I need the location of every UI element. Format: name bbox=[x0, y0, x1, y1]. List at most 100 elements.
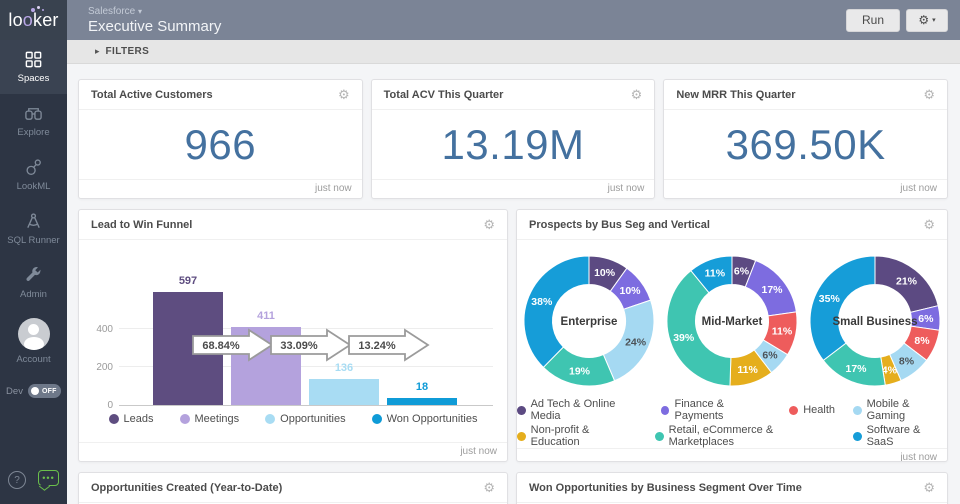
slice-percent-label: 19% bbox=[569, 366, 591, 378]
slice-percent-label: 6% bbox=[762, 350, 778, 362]
looker-logo[interactable]: looker bbox=[0, 0, 67, 40]
gear-icon[interactable]: ⚙ bbox=[631, 89, 643, 102]
slice-percent-label: 8% bbox=[914, 335, 930, 347]
help-icon[interactable]: ? bbox=[8, 471, 26, 489]
gear-icon[interactable]: ⚙ bbox=[923, 219, 935, 232]
slice-percent-label: 11% bbox=[772, 326, 793, 338]
tile-title: Won Opportunities by Business Segment Ov… bbox=[529, 482, 802, 494]
conversion-rate-label: 13.24% bbox=[358, 340, 396, 352]
legend-item-opportunities[interactable]: Opportunities bbox=[265, 413, 345, 425]
legend-item-health[interactable]: Health bbox=[789, 398, 835, 422]
funnel-bar-opportunities[interactable] bbox=[309, 379, 379, 405]
legend-item-mobile-gaming[interactable]: Mobile & Gaming bbox=[853, 398, 947, 422]
sidebar-item-admin[interactable]: Admin bbox=[0, 256, 67, 310]
donut-legend-row-2: Non-profit & Education Retail, eCommerce … bbox=[517, 424, 947, 448]
lookml-molecule-icon bbox=[24, 158, 43, 177]
kpi-tile-total-active-customers: Total Active Customers⚙ 966 just now bbox=[78, 79, 363, 199]
tile-updated: just now bbox=[664, 179, 947, 198]
kpi-row: Total Active Customers⚙ 966 just now Tot… bbox=[78, 79, 948, 199]
filters-bar[interactable]: ▸ FILTERS bbox=[67, 40, 960, 64]
dashboard-content: Total Active Customers⚙ 966 just now Tot… bbox=[67, 65, 960, 504]
legend-label: Opportunities bbox=[280, 413, 345, 425]
legend-dot bbox=[517, 432, 526, 441]
legend-label: Ad Tech & Online Media bbox=[531, 398, 643, 422]
donut-slice-software-saas[interactable] bbox=[524, 256, 589, 367]
slice-percent-label: 11% bbox=[737, 364, 758, 376]
gear-icon[interactable]: ⚙ bbox=[483, 482, 495, 495]
sidebar-item-lookml[interactable]: LookML bbox=[0, 148, 67, 202]
chart-row: Lead to Win Funnel⚙ 02004005974111361868… bbox=[78, 209, 948, 462]
legend-item-meetings[interactable]: Meetings bbox=[180, 413, 240, 425]
tile-title: Prospects by Bus Seg and Vertical bbox=[529, 219, 710, 231]
conversion-arrow: 33.09% bbox=[269, 327, 353, 363]
sidebar-item-label: Spaces bbox=[18, 73, 50, 84]
legend-dot bbox=[517, 406, 526, 415]
donut-chart-mid-market: 6%17%11%6%11%39%11%Mid-Market bbox=[662, 248, 802, 394]
sidebar-item-spaces[interactable]: Spaces bbox=[0, 40, 67, 94]
account-label: Account bbox=[16, 354, 50, 365]
chat-bubble-icon[interactable]: ••• bbox=[38, 470, 59, 486]
bar-value-label: 18 bbox=[387, 381, 457, 393]
slice-percent-label: 24% bbox=[625, 336, 647, 348]
funnel-bar-won-opportunities[interactable] bbox=[387, 398, 457, 405]
gear-icon[interactable]: ⚙ bbox=[338, 89, 350, 102]
kpi-value: 966 bbox=[79, 110, 362, 179]
legend-item-finance-payments[interactable]: Finance & Payments bbox=[661, 398, 771, 422]
donut-slice-retail-ecommerce-marketplaces[interactable] bbox=[667, 271, 731, 386]
gear-icon[interactable]: ⚙ bbox=[923, 482, 935, 495]
donut-slice-software-saas[interactable] bbox=[810, 256, 875, 360]
binoculars-icon bbox=[24, 104, 43, 123]
kpi-value: 369.50K bbox=[664, 110, 947, 179]
top-header: Salesforce ▾ Executive Summary Run ⚙▾ bbox=[67, 0, 960, 40]
dev-label: Dev bbox=[6, 386, 23, 397]
donut-chart-enterprise: 10%10%24%19%38%Enterprise bbox=[519, 248, 659, 394]
tile-title: Total ACV This Quarter bbox=[384, 89, 504, 101]
legend-label: Leads bbox=[124, 413, 154, 425]
header-actions: Run ⚙▾ bbox=[846, 9, 948, 32]
toggle-knob bbox=[31, 387, 39, 395]
tile-updated: just now bbox=[79, 442, 507, 461]
slice-percent-label: 11% bbox=[705, 268, 726, 280]
slice-percent-label: 6% bbox=[918, 313, 934, 325]
gear-icon[interactable]: ⚙ bbox=[923, 89, 935, 102]
donut-legend: Ad Tech & Online Media Finance & Payments… bbox=[517, 398, 947, 448]
legend-label: Non-profit & Education bbox=[531, 424, 637, 448]
logo-bubbles-icon bbox=[31, 6, 45, 12]
dashboard-settings-button[interactable]: ⚙▾ bbox=[906, 9, 948, 32]
sidebar-item-label: SQL Runner bbox=[7, 235, 59, 246]
tile-updated: just now bbox=[517, 448, 947, 462]
donut-center-label: Enterprise bbox=[561, 316, 618, 328]
legend-label: Finance & Payments bbox=[674, 398, 771, 422]
legend-item-won-opportunities[interactable]: Won Opportunities bbox=[372, 413, 478, 425]
gear-icon: ⚙ bbox=[918, 13, 929, 27]
tile-won-opps-over-time: Won Opportunities by Business Segment Ov… bbox=[516, 472, 948, 504]
legend-item-software-saas[interactable]: Software & SaaS bbox=[853, 424, 947, 448]
sidebar-item-explore[interactable]: Explore bbox=[0, 94, 67, 148]
legend-dot bbox=[655, 432, 664, 441]
slice-percent-label: 35% bbox=[819, 293, 841, 305]
legend-dot bbox=[265, 414, 275, 424]
legend-item-leads[interactable]: Leads bbox=[109, 413, 154, 425]
tile-opportunities-created: Opportunities Created (Year-to-Date)⚙ bbox=[78, 472, 508, 504]
donut-legend-row-1: Ad Tech & Online Media Finance & Payments… bbox=[517, 398, 947, 422]
slice-percent-label: 4% bbox=[882, 364, 898, 376]
donut-chart-small-business: 21%6%8%8%4%17%35%Small Business bbox=[805, 248, 945, 394]
breadcrumb[interactable]: Salesforce ▾ bbox=[88, 6, 221, 17]
sidebar-item-sql-runner[interactable]: SQL Runner bbox=[0, 202, 67, 256]
gear-icon[interactable]: ⚙ bbox=[483, 219, 495, 232]
sidebar-item-account[interactable]: Account bbox=[0, 310, 67, 372]
legend-label: Health bbox=[803, 404, 835, 416]
conversion-arrow: 13.24% bbox=[347, 327, 431, 363]
avatar bbox=[18, 318, 50, 350]
y-axis-tick: 200 bbox=[85, 362, 113, 373]
dev-toggle[interactable]: OFF bbox=[28, 384, 61, 398]
legend-item-ad-tech-online-media[interactable]: Ad Tech & Online Media bbox=[517, 398, 643, 422]
sidebar-item-label: Explore bbox=[17, 127, 49, 138]
legend-dot bbox=[853, 406, 862, 415]
page-title: Executive Summary bbox=[88, 18, 221, 35]
chevron-down-icon: ▾ bbox=[932, 16, 936, 24]
legend-item-non-profit-education[interactable]: Non-profit & Education bbox=[517, 424, 637, 448]
legend-item-retail-ecommerce-marketplaces[interactable]: Retail, eCommerce & Marketplaces bbox=[655, 424, 835, 448]
run-button[interactable]: Run bbox=[846, 9, 900, 32]
slice-percent-label: 10% bbox=[619, 285, 641, 297]
